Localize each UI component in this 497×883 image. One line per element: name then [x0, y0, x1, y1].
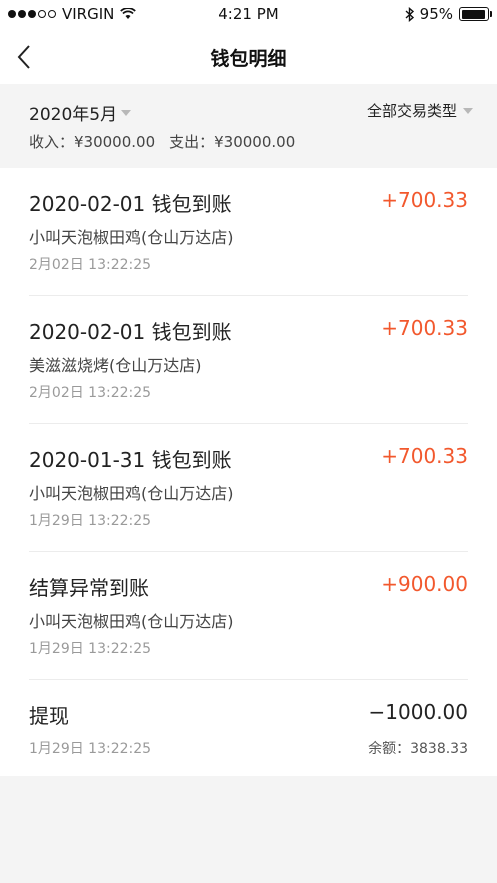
transaction-store: 小叫天泡椒田鸡(仓山万达店) [29, 228, 234, 247]
caret-down-icon [463, 107, 473, 114]
transaction-title: 结算异常到账 [29, 576, 149, 600]
transaction-time: 1月29日 13:22:25 [29, 513, 152, 529]
month-totals: 收入：¥30000.00 支出：¥30000.00 [29, 131, 295, 152]
transaction-amount: +700.33 [381, 316, 468, 340]
filter-bar: 2020年5月 全部交易类型 收入：¥30000.00 支出：¥30000.00 [0, 84, 497, 168]
transaction-amount: −1000.00 [368, 700, 468, 724]
transaction-row[interactable]: 结算异常到账 +900.00 小叫天泡椒田鸡(仓山万达店) 1月29日 13:2… [29, 552, 468, 680]
transaction-time: 1月29日 13:22:25 [29, 641, 152, 657]
transaction-title: 提现 [29, 704, 69, 728]
transaction-time: 1月29日 13:22:25 [29, 741, 152, 757]
caret-down-icon [121, 109, 132, 116]
transaction-amount: +700.33 [381, 444, 468, 468]
page-title: 钱包明细 [210, 47, 287, 70]
transaction-amount: +700.33 [381, 188, 468, 212]
transaction-time: 2月02日 13:22:25 [29, 385, 152, 401]
income-total: 收入：¥30000.00 [29, 133, 156, 151]
transaction-row[interactable]: 2020-02-01 钱包到账 +700.33 美滋滋烧烤(仓山万达店) 2月0… [29, 296, 468, 424]
balance-label: 余额：3838.33 [368, 741, 468, 757]
transaction-store: 小叫天泡椒田鸡(仓山万达店) [29, 612, 234, 631]
transaction-title: 2020-01-31 钱包到账 [29, 448, 232, 472]
transaction-row[interactable]: 2020-01-31 钱包到账 +700.33 小叫天泡椒田鸡(仓山万达店) 1… [29, 424, 468, 552]
transaction-row[interactable]: 提现 −1000.00 1月29日 13:22:25 余额：3838.33 [29, 680, 468, 776]
bluetooth-icon [405, 6, 414, 22]
month-selector[interactable]: 2020年5月 [29, 100, 132, 125]
expense-total: 支出：¥30000.00 [169, 133, 296, 151]
nav-bar: 钱包明细 [0, 30, 497, 84]
transaction-store: 小叫天泡椒田鸡(仓山万达店) [29, 484, 234, 503]
month-label: 2020年5月 [29, 105, 118, 125]
transaction-store: 美滋滋烧烤(仓山万达店) [29, 356, 202, 375]
transaction-amount: +900.00 [381, 572, 468, 596]
transaction-type-selector[interactable]: 全部交易类型 [367, 100, 473, 121]
battery-status: 95% [405, 5, 492, 23]
chevron-left-icon [17, 45, 30, 69]
transaction-row[interactable]: 2020-02-01 钱包到账 +700.33 小叫天泡椒田鸡(仓山万达店) 2… [29, 168, 468, 296]
transaction-title: 2020-02-01 钱包到账 [29, 192, 232, 216]
transaction-time: 2月02日 13:22:25 [29, 257, 152, 273]
back-button[interactable] [14, 42, 38, 72]
battery-icon [459, 7, 492, 21]
type-label: 全部交易类型 [366, 102, 457, 120]
transaction-title: 2020-02-01 钱包到账 [29, 320, 232, 344]
battery-percent: 95% [419, 5, 453, 23]
transaction-list: 2020-02-01 钱包到账 +700.33 小叫天泡椒田鸡(仓山万达店) 2… [0, 168, 497, 776]
status-bar: VIRGIN 4:21 PM 95% [0, 0, 497, 30]
